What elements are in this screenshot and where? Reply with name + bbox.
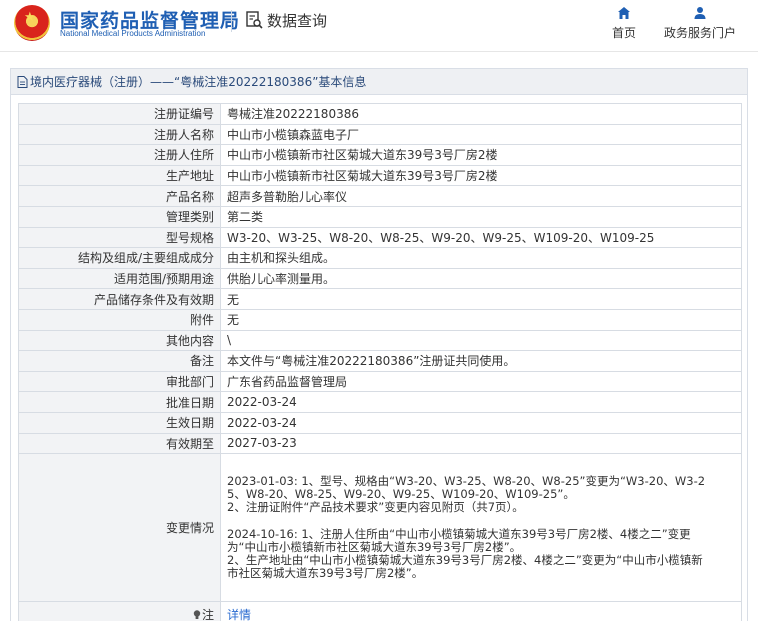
panel-title: 境内医疗器械（注册）——“粤械注准20222180386”基本信息 <box>30 75 367 89</box>
row-key: 产品储存条件及有效期 <box>18 288 221 310</box>
row-value: 2022-03-24 <box>220 411 742 434</box>
table-row: 产品储存条件及有效期无 <box>18 288 742 310</box>
header-divider <box>231 10 232 32</box>
data-query-label: 数据查询 <box>267 11 328 30</box>
row-key: 生产地址 <box>18 164 221 187</box>
row-value: 供胎儿心率测量用。 <box>220 267 742 290</box>
row-key: 注册证编号 <box>18 103 221 125</box>
table-row: 管理类别 第二类 <box>18 205 742 228</box>
document-search-icon <box>246 11 263 29</box>
nav-government-portal[interactable]: 政务服务门户 <box>662 6 738 41</box>
table-row: 结构及组成/主要组成成分 由主机和探头组成。 <box>18 247 742 269</box>
change-line: 市社区菊城大道东39号3号厂房2楼”。 <box>227 566 424 581</box>
row-value: 本文件与“粤械注准20222180386”注册证共同使用。 <box>220 350 742 372</box>
nav-home[interactable]: 首页 <box>610 6 638 41</box>
row-value: 粤械注准20222180386 <box>220 103 742 125</box>
row-key: 注 <box>18 601 221 621</box>
row-key: 产品名称 <box>18 185 221 207</box>
details-link[interactable]: 详情 <box>227 608 251 621</box>
site-header: ★ 国家药品监督管理局 National Medical Products Ad… <box>0 0 758 52</box>
national-emblem-logo: ★ <box>14 5 50 41</box>
row-key: 型号规格 <box>18 226 221 249</box>
table-row: 注册人名称 中山市小榄镇森蓝电子厂 <box>18 123 742 146</box>
table-row: 型号规格 W3-20、W3-25、W8-20、W8-25、W9-20、W9-25、… <box>18 226 742 249</box>
document-icon <box>17 75 28 88</box>
table-row: 有效期至 2027-03-23 <box>18 432 742 455</box>
table-row: 生产地址 中山市小榄镇新市社区菊城大道东39号3号厂房2楼 <box>18 164 742 187</box>
row-key: 管理类别 <box>18 205 221 228</box>
row-value: \ <box>220 329 742 352</box>
table-row: 备注 本文件与“粤械注准20222180386”注册证共同使用。 <box>18 350 742 372</box>
row-value: 中山市小榄镇新市社区菊城大道东39号3号厂房2楼 <box>220 144 742 166</box>
home-icon <box>617 6 631 20</box>
row-key: 批准日期 <box>18 391 221 413</box>
device-info-table: 注册证编号 粤械注准20222180386 注册人名称 中山市小榄镇森蓝电子厂 注册人住… <box>18 103 742 621</box>
table-row: 注册证编号 粤械注准20222180386 <box>18 103 742 125</box>
row-value: 详情 <box>220 601 742 621</box>
info-panel: 境内医疗器械（注册）——“粤械注准20222180386”基本信息 注册证编号粤… <box>10 68 748 621</box>
site-logo-subtitle: National Medical Products Administration <box>60 29 206 38</box>
row-key: 结构及组成/主要组成成分 <box>18 247 221 269</box>
row-key: 有效期至 <box>18 432 221 455</box>
row-key: 注册人住所 <box>18 144 221 166</box>
row-value: W3-20、W3-25、W8-20、W8-25、W9-20、W9-25、W109… <box>220 226 742 249</box>
table-row: 变更情况 2023-01-03: 1、型号、规格由“W3-20、W3-25、W8… <box>18 453 742 603</box>
row-value: 中山市小榄镇森蓝电子厂 <box>220 123 742 146</box>
row-key: 审批部门 <box>18 370 221 393</box>
row-value: 2027-03-23 <box>220 432 742 455</box>
row-value: 无 <box>220 288 742 310</box>
user-icon <box>693 6 707 20</box>
table-row: 附件无 <box>18 308 742 331</box>
table-row: 注 详情 <box>18 601 742 621</box>
panel-title-bar: 境内医疗器械（注册）——“粤械注准20222180386”基本信息 <box>11 69 747 95</box>
row-value: 无 <box>220 308 742 331</box>
row-key: 附件 <box>18 308 221 331</box>
row-value: 中山市小榄镇新市社区菊城大道东39号3号厂房2楼 <box>220 164 742 187</box>
data-query-link[interactable]: 数据查询 <box>246 9 327 31</box>
nav-government-portal-label: 政务服务门户 <box>663 26 736 40</box>
row-key: 备注 <box>18 350 221 372</box>
lightbulb-icon <box>193 610 201 620</box>
row-key: 适用范围/预期用途 <box>18 267 221 290</box>
row-key: 其他内容 <box>18 329 221 352</box>
table-row: 审批部门 广东省药品监督管理局 <box>18 370 742 393</box>
row-key: 变更情况 <box>18 453 221 603</box>
table-row: 其他内容 \ <box>18 329 742 352</box>
table-row: 适用范围/预期用途 供胎儿心率测量用。 <box>18 267 742 290</box>
table-row: 注册人住所 中山市小榄镇新市社区菊城大道东39号3号厂房2楼 <box>18 144 742 166</box>
note-label: 注 <box>201 608 214 621</box>
row-value: 2022-03-24 <box>220 391 742 413</box>
row-value: 广东省药品监督管理局 <box>220 370 742 393</box>
change-line: 2、注册证附件“产品技术要求”变更内容见附页（共7页）。 <box>227 500 524 515</box>
change-history: 2023-01-03: 1、型号、规格由“W3-20、W3-25、W8-20、W… <box>220 453 742 603</box>
row-key: 生效日期 <box>18 411 221 434</box>
nav-home-label: 首页 <box>611 26 636 40</box>
row-value: 由主机和探头组成。 <box>220 247 742 269</box>
table-row: 产品名称 超声多普勒胎儿心率仪 <box>18 185 742 207</box>
row-value: 第二类 <box>220 205 742 228</box>
row-key: 注册人名称 <box>18 123 221 146</box>
table-row: 批准日期 2022-03-24 <box>18 391 742 413</box>
row-value: 超声多普勒胎儿心率仪 <box>220 185 742 207</box>
table-row: 生效日期 2022-03-24 <box>18 411 742 434</box>
